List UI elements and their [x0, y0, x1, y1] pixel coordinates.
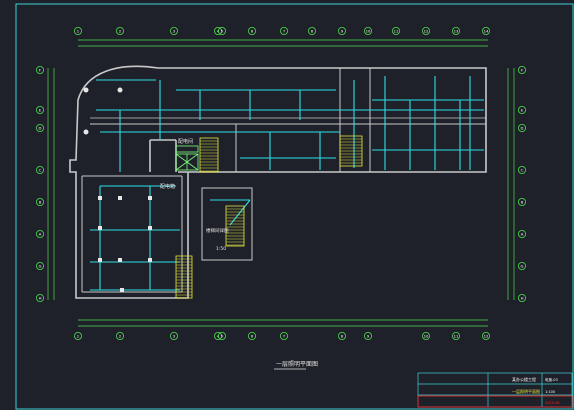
- grid-right-5-label: A: [521, 232, 524, 237]
- grid-right-3-label: C: [521, 168, 524, 173]
- title-block-drawing: 一层照明平面图: [512, 388, 540, 394]
- title-block-date: 2015.06: [545, 401, 559, 405]
- cad-drawing: 1 2 3 4 5 6 7 8 9 10 11 12 13 141 2 3 4 5 6 7 8 9 10 11 12FEDCBA…: [0, 0, 574, 410]
- grid-right-0-label: F: [521, 68, 523, 73]
- grid-bottom-11-label: 12: [484, 334, 489, 339]
- grid-left-5-label: A: [39, 232, 42, 237]
- grid-right-7-label: H: [521, 296, 524, 301]
- grid-top-12-label: 13: [454, 29, 459, 34]
- stair-detail-scale: 1:50: [216, 246, 226, 252]
- grid-top-9-label: 10: [366, 29, 371, 34]
- grid-left-7-label: H: [39, 296, 42, 301]
- grid-bottom-9-label: 10: [424, 334, 429, 339]
- grid-top-11-label: 12: [424, 29, 429, 34]
- title-block-project: 某办公楼工程: [512, 376, 536, 382]
- room-label-1: 配电间: [178, 138, 193, 145]
- title-block-scale: 1:100: [545, 390, 555, 394]
- room-label-2: 配电箱: [160, 183, 175, 190]
- grid-bottom-10-label: 11: [454, 334, 459, 339]
- grid-right-6-label: G: [521, 264, 524, 269]
- grid-top-10-label: 11: [394, 29, 399, 34]
- grid-right-2-label: D: [521, 126, 524, 131]
- grid-right-4-label: B: [521, 200, 524, 205]
- grid-top-13-label: 14: [484, 29, 489, 34]
- stair-detail-title: 楼梯间详图: [206, 227, 229, 234]
- grid-left-4-label: B: [39, 200, 42, 205]
- plan-title: 一层照明平面图: [276, 361, 318, 368]
- title-block-drawing-no: 电施-03: [545, 377, 558, 382]
- grid-left-0-label: F: [39, 68, 41, 73]
- grid-left-3-label: C: [39, 168, 42, 173]
- grid-left-6-label: G: [39, 264, 42, 269]
- grid-left-2-label: D: [39, 126, 42, 131]
- canvas-background: [0, 0, 574, 410]
